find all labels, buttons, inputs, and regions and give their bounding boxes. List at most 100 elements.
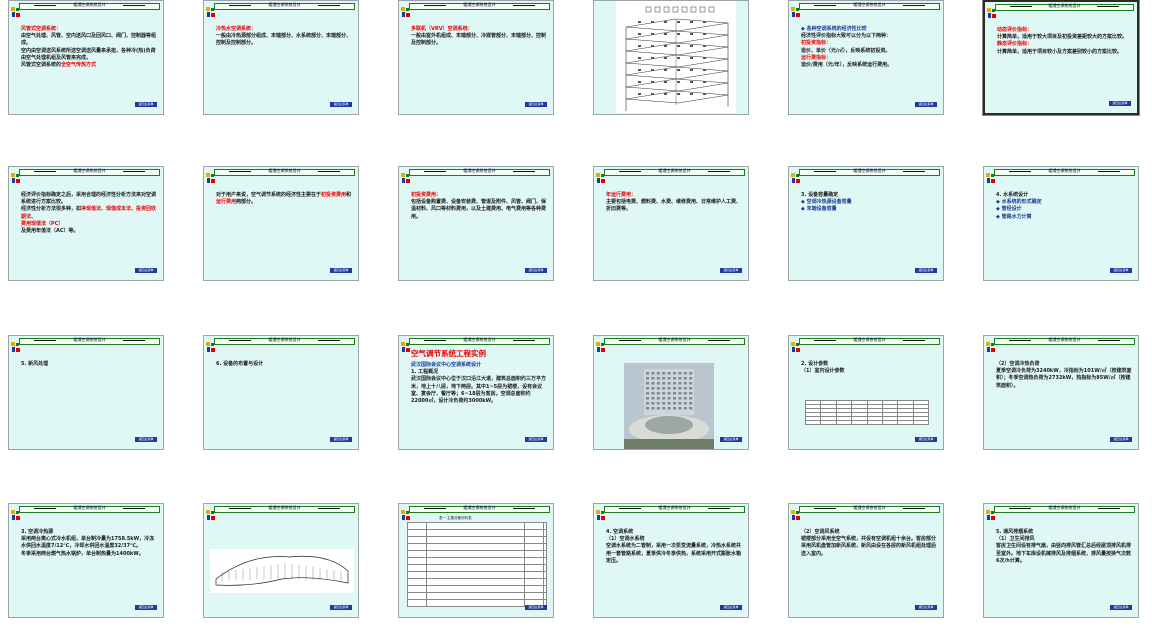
slide-header-text: 暖通空调系统设计 bbox=[1048, 168, 1081, 173]
slide-thumbnail-21[interactable]: 暖通空调系统设计 表一 主要设备材料表 返回主菜单 bbox=[398, 503, 554, 618]
slide-body-text: 武汉国际会议中心空调系统设计 1. 工程概况 武汉国际会议中心位于汉口沿江大道，建筑… bbox=[411, 362, 547, 405]
slide-text-line: ◆ 空调冷热源设备容量 bbox=[801, 199, 852, 206]
slide-text-line: （2）空调风系统 bbox=[801, 529, 840, 535]
slide-text-line: 主要包括电费、燃料费、水费、维修费用、日常维护人工费、折旧费等。 bbox=[606, 199, 742, 213]
slide-thumbnail-23[interactable]: 暖通空调系统设计 （2）空调风系统 裙楼部分采用全空气系统，共设有空调机组十余台。客… bbox=[788, 503, 944, 618]
return-menu-button[interactable]: 返回主菜单 bbox=[720, 605, 742, 610]
slide-text-line: 造价、单价（元/㎡），反映系统初投资。 bbox=[801, 47, 891, 54]
slide-thumbnail-8[interactable]: 暖通空调系统设计 对于用户来说，空气调节系统的经济性主要在于初投资费用和运行费用两… bbox=[203, 166, 359, 281]
slide-text-line: （2）空调冷热负荷 bbox=[996, 361, 1040, 367]
slide-thumbnail-15[interactable]: 暖通空调系统设计 空气调节系统工程实例 武汉国际会议中心空调系统设计 1. 工程概况武… bbox=[398, 335, 554, 450]
slide-text-line: 裙楼部分采用全空气系统，共设有空调机组十余台。客房部分采用风机盘管加新风系统，新… bbox=[801, 536, 937, 557]
return-menu-button[interactable]: 返回主菜单 bbox=[915, 102, 937, 107]
slide-body-text: 风管式空调系统： 由空气处理、风管、空内送风口及回风口、阀门、控制器等组成。 空内由… bbox=[21, 26, 157, 69]
slide-thumbnail-22[interactable]: 暖通空调系统设计 4. 空调系统 （1）空调水系统 空调水系统为二管制，采用一次泵变流… bbox=[593, 503, 749, 618]
slide-thumbnail-14[interactable]: 暖通空调系统设计 6. 设备的布置与设计返回主菜单 bbox=[203, 335, 359, 450]
slide-text-line: 和 bbox=[346, 192, 352, 198]
slide-thumbnail-7[interactable]: 暖通空调系统设计 经济评价指标确定之后，采用合理的经济性分析方法来对空调系统进行方… bbox=[8, 166, 164, 281]
return-menu-button[interactable]: 返回主菜单 bbox=[915, 605, 937, 610]
slide-text-line: 计算简单，适用于项目较小及方案差别较小的方案比较。 bbox=[997, 48, 1123, 55]
slide-thumbnail-17[interactable]: 暖通空调系统设计 2. 设计参数 （1）室内设计参数 返回主菜单 bbox=[788, 335, 944, 450]
slide-thumbnail-10[interactable]: 暖通空调系统设计 年运行费用： 主要包括电费、燃料费、水费、维修费用、日常维护人工费… bbox=[593, 166, 749, 281]
return-menu-button[interactable]: 返回主菜单 bbox=[1110, 268, 1132, 273]
slide-thumbnail-6[interactable]: 暖通空调系统设计 动态评价指标： 计算简单，适用于较大项目及初投资差距较大的方案比较… bbox=[982, 0, 1140, 116]
slide-thumbnail-12[interactable]: 暖通空调系统设计 4. 水系统设计 ◆ 水系统的形式确定 ◆ 管径设计 ◆ 管路水力计算… bbox=[983, 166, 1139, 281]
slide-text-line: 计算简单，适用于较大项目及初投资差距较大的方案比较。 bbox=[997, 34, 1128, 41]
slide-header-text: 暖通空调系统设计 bbox=[268, 505, 301, 510]
slide-body-text: （2）空调冷热负荷 夏季空调冷负荷为3240kW，冷指标为101W/㎡（按建筑面积… bbox=[996, 361, 1132, 390]
slide-header-text: 暖通空调系统设计 bbox=[1048, 3, 1081, 8]
slide-header-bar: 暖通空调系统设计 bbox=[409, 505, 550, 513]
slide-text-line: 全空气传热方式 bbox=[61, 62, 97, 69]
slide-text-line: 一般由冷热源部分组成、末端部分、水系统部分、末端部分、控制及控制部分。 bbox=[216, 33, 352, 47]
slide-body-text: 6. 设备的布置与设计 bbox=[216, 361, 352, 368]
return-menu-button[interactable]: 返回主菜单 bbox=[135, 437, 157, 442]
return-menu-button[interactable]: 返回主菜单 bbox=[915, 268, 937, 273]
slide-text-line: 一般由室外机组成、末端部分、冷媒管部分、末端部分、控制及控制部分。 bbox=[411, 33, 547, 47]
slide-text-line: ◆ 各种空调系统的经济性比较 bbox=[801, 26, 867, 32]
return-menu-button[interactable]: 返回主菜单 bbox=[525, 268, 547, 273]
slide-header-text: 暖通空调系统设计 bbox=[658, 168, 691, 173]
slide-thumbnail-13[interactable]: 暖通空调系统设计 5. 新风处理 返回主菜单 bbox=[8, 335, 164, 450]
slide-header-bar: 暖通空调系统设计 bbox=[604, 337, 745, 345]
slide-header-text: 暖通空调系统设计 bbox=[268, 337, 301, 342]
slide-body-text: 5. 通风排烟系统 （1）卫生间排风 客房卫生间设有排气扇，由竖向排风管汇总后经屋顶… bbox=[996, 529, 1132, 565]
slide-text-line: 夏季空调冷负荷为3240kW，冷指标为101W/㎡（按建筑面积）；冬季空调热负荷… bbox=[996, 368, 1132, 389]
return-menu-button[interactable]: 返回主菜单 bbox=[525, 605, 547, 610]
slide-thumbnail-19[interactable]: 暖通空调系统设计 3. 空调冷热源 采用两台离心式冷水机组，单台制冷量为1758.5… bbox=[8, 503, 164, 618]
slide-text-line: 经济性评价指标大致可以分为以下两种： bbox=[801, 33, 892, 40]
slide-text-line: 3. 设备容量确定 bbox=[801, 192, 839, 198]
slide-header-text: 暖通空调系统设计 bbox=[463, 505, 496, 510]
slide-header-text: 暖通空调系统设计 bbox=[658, 337, 691, 342]
slide-thumbnail-9[interactable]: 暖通空调系统设计 初投资费用： 包括设备购置费、设备安装费、管道及附件、风管、阀门、… bbox=[398, 166, 554, 281]
slide-thumbnail-5[interactable]: 暖通空调系统设计 ◆ 各种空调系统的经济性比较 经济性评价指标大致可以分为以下两种：… bbox=[788, 0, 944, 115]
slide-header-bar: 暖通空调系统设计 bbox=[994, 505, 1135, 513]
slide-thumbnail-1[interactable]: 暖通空调系统设计 风管式空调系统： 由空气处理、风管、空内送风口及回风口、阀门、控制… bbox=[8, 0, 164, 115]
slide-thumbnail-24[interactable]: 暖通空调系统设计 5. 通风排烟系统 （1）卫生间排风 客房卫生间设有排气扇，由竖向排… bbox=[983, 503, 1139, 618]
slide-thumbnail-4[interactable] bbox=[593, 0, 749, 115]
slide-text-line: 4. 空调系统 bbox=[606, 529, 634, 535]
slide-header-bar: 暖通空调系统设计 bbox=[799, 168, 940, 176]
slide-text-line: ◆ 末端设备容量 bbox=[801, 206, 837, 213]
return-menu-button[interactable]: 返回主菜单 bbox=[915, 437, 937, 442]
slide-thumbnail-18[interactable]: 暖通空调系统设计 （2）空调冷热负荷 夏季空调冷负荷为3240kW，冷指标为101W… bbox=[983, 335, 1139, 450]
return-menu-button[interactable]: 返回主菜单 bbox=[330, 268, 352, 273]
slide-thumbnail-20[interactable]: 暖通空调系统设计返回主菜单 bbox=[203, 503, 359, 618]
return-menu-button[interactable]: 返回主菜单 bbox=[135, 268, 157, 273]
building-photo bbox=[624, 363, 714, 449]
slide-text-line: 两部分。 bbox=[236, 199, 257, 206]
slide-thumbnail-2[interactable]: 暖通空调系统设计 冷热水空调系统： 一般由冷热源部分组成、末端部分、水系统部分、末端… bbox=[203, 0, 359, 115]
return-menu-button[interactable]: 返回主菜单 bbox=[330, 437, 352, 442]
slide-text-line: 初投资指标： bbox=[801, 40, 832, 47]
return-menu-button[interactable]: 返回主菜单 bbox=[525, 102, 547, 107]
slide-text-line: 5. 通风排烟系统 bbox=[996, 529, 1034, 535]
slide-text-line: 对于用户来说，空气调节系统的经济性主要在于 bbox=[216, 192, 322, 198]
slide-header-bar: 暖通空调系统设计 bbox=[995, 3, 1134, 11]
slide-thumbnail-16[interactable]: 暖通空调系统设计 返回主菜单 bbox=[593, 335, 749, 450]
return-menu-button[interactable]: 返回主菜单 bbox=[1110, 605, 1132, 610]
return-menu-button[interactable]: 返回主菜单 bbox=[1109, 101, 1131, 106]
slide-text-line: 采用两台离心式冷水机组，单台制冷量为1758.5kW，冷冻水供回水温度7/12℃… bbox=[21, 536, 155, 550]
return-menu-button[interactable]: 返回主菜单 bbox=[330, 605, 352, 610]
slide-text-line: 运行费指标： bbox=[801, 54, 832, 61]
slide-text-line: 风管式空调系统： bbox=[21, 26, 62, 32]
slide-title: 空气调节系统工程实例 bbox=[411, 349, 486, 358]
slide-body-text: 多联机（VRV）空调系统： 一般由室外机组成、末端部分、冷媒管部分、末端部分、控制… bbox=[411, 26, 547, 48]
return-menu-button[interactable]: 返回主菜单 bbox=[525, 437, 547, 442]
return-menu-button[interactable]: 返回主菜单 bbox=[330, 102, 352, 107]
slide-text-line: 空调水系统为二管制，采用一次泵变流量系统，冷热水系统共用一套管路系统，夏季供冷冬… bbox=[606, 543, 742, 564]
return-menu-button[interactable]: 返回主菜单 bbox=[135, 102, 157, 107]
slide-thumbnail-3[interactable]: 暖通空调系统设计多联机（VRV）空调系统： 一般由室外机组成、末端部分、冷媒管部分… bbox=[398, 0, 554, 115]
slide-header-text: 暖通空调系统设计 bbox=[853, 337, 886, 342]
slide-thumbnail-11[interactable]: 暖通空调系统设计 3. 设备容量确定 ◆ 空调冷热源设备容量 ◆ 末端设备容量返回主菜… bbox=[788, 166, 944, 281]
design-parameter-table bbox=[804, 400, 930, 425]
return-menu-button[interactable]: 返回主菜单 bbox=[1110, 437, 1132, 442]
return-menu-button[interactable]: 返回主菜单 bbox=[720, 437, 742, 442]
return-menu-button[interactable]: 返回主菜单 bbox=[135, 605, 157, 610]
return-menu-button[interactable]: 返回主菜单 bbox=[720, 268, 742, 273]
slide-text-line: 由空气处理、风管、空内送风口及回风口、阀门、控制器等组成。 bbox=[21, 33, 157, 47]
slide-text-line: 初投资费用： bbox=[411, 192, 442, 198]
slide-header-bar: 暖通空调系统设计 bbox=[409, 2, 550, 10]
slide-text-line: 冷热水空调系统： bbox=[216, 26, 257, 32]
slide-text-line: 经济评价指标确定之后，采用合理的经济性分析方法来对空调系统进行方案比较。 bbox=[21, 192, 157, 206]
